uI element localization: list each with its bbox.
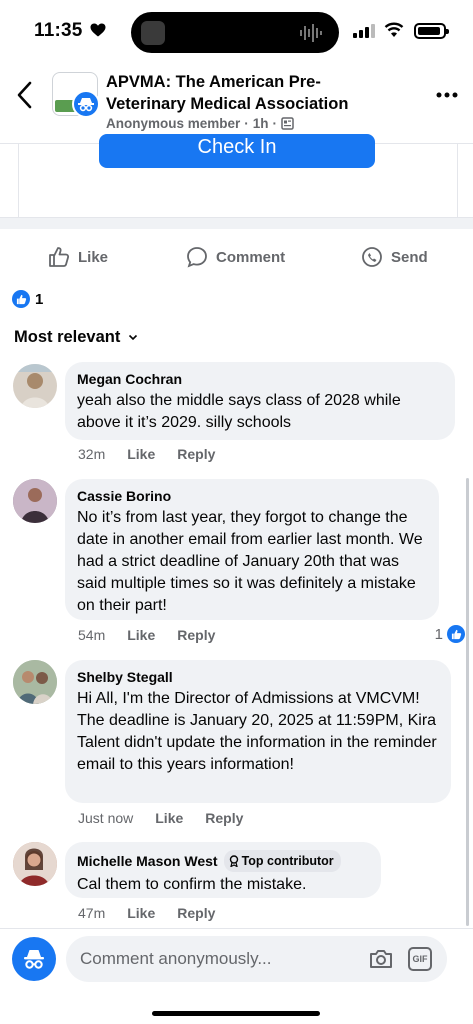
battery-icon bbox=[414, 23, 449, 39]
comment-text: No it’s from last year, they forgot to c… bbox=[77, 509, 423, 614]
comment-bubble[interactable]: Megan Cochran yeah also the middle says … bbox=[65, 362, 455, 440]
commenter-avatar[interactable] bbox=[13, 364, 57, 408]
cellular-signal-icon bbox=[353, 24, 375, 38]
reaction-count: 1 bbox=[35, 290, 44, 308]
commenter-name-row: Michelle Mason West Top contributor bbox=[77, 850, 369, 872]
wifi-icon bbox=[384, 22, 404, 37]
commenter-name[interactable]: Michelle Mason West bbox=[77, 852, 218, 870]
comment-meta: 32m Like Reply bbox=[78, 446, 215, 462]
camera-icon[interactable] bbox=[368, 947, 394, 971]
like-button[interactable]: Like bbox=[48, 246, 108, 268]
comment-reaction-count[interactable]: 1 bbox=[435, 625, 465, 643]
post-author: Anonymous member bbox=[106, 116, 241, 131]
top-contributor-badge[interactable]: Top contributor bbox=[223, 850, 341, 872]
comment-time: 32m bbox=[78, 446, 106, 462]
comment-reply-button[interactable]: Reply bbox=[177, 446, 215, 462]
comment-composer: Comment anonymously... GIF bbox=[0, 928, 473, 1024]
post-content-card: Check In bbox=[18, 134, 458, 217]
home-indicator bbox=[152, 1011, 320, 1016]
audio-waveform-icon bbox=[300, 24, 322, 42]
group-post-header: APVMA: The American Pre-Veterinary Medic… bbox=[0, 62, 473, 144]
messenger-icon bbox=[362, 247, 382, 267]
commenter-avatar[interactable] bbox=[13, 842, 57, 886]
section-divider bbox=[0, 217, 473, 229]
comment-meta: 47m Like Reply bbox=[78, 905, 215, 921]
back-arrow-icon[interactable] bbox=[14, 80, 38, 110]
sort-label: Most relevant bbox=[14, 328, 121, 346]
commenter-name[interactable]: Megan Cochran bbox=[77, 370, 443, 388]
comment-reply-button[interactable]: Reply bbox=[205, 810, 243, 826]
anonymous-avatar[interactable] bbox=[12, 937, 56, 981]
comment-text: Hi All, I'm the Director of Admissions a… bbox=[77, 690, 437, 773]
meta-separator: · bbox=[244, 116, 249, 131]
like-label: Like bbox=[78, 248, 109, 266]
comment-time: 54m bbox=[78, 627, 106, 643]
now-playing-app-icon bbox=[141, 21, 165, 45]
send-label: Send bbox=[391, 248, 428, 266]
comment-reply-button[interactable]: Reply bbox=[177, 627, 215, 643]
comment-bubble[interactable]: Cassie Borino No it’s from last year, th… bbox=[65, 479, 439, 620]
incognito-icon bbox=[24, 950, 44, 969]
send-button[interactable]: Send bbox=[361, 246, 428, 268]
award-icon bbox=[229, 855, 238, 867]
more-options-icon[interactable] bbox=[436, 92, 458, 98]
commenter-avatar[interactable] bbox=[13, 660, 57, 704]
comment-input[interactable]: Comment anonymously... GIF bbox=[66, 936, 447, 982]
dynamic-island bbox=[131, 12, 339, 53]
comment-reply-button[interactable]: Reply bbox=[177, 905, 215, 921]
thumbs-up-icon bbox=[49, 247, 70, 267]
commenter-name[interactable]: Shelby Stegall bbox=[77, 668, 439, 686]
comment-time: 47m bbox=[78, 905, 106, 921]
gif-icon[interactable]: GIF bbox=[408, 947, 432, 971]
comment-bubble-icon bbox=[187, 247, 207, 268]
comment-button[interactable]: Comment bbox=[186, 246, 285, 268]
meta-separator: · bbox=[272, 116, 278, 131]
heart-icon bbox=[90, 23, 106, 37]
commenter-name[interactable]: Cassie Borino bbox=[77, 487, 427, 505]
anonymous-badge-icon bbox=[72, 90, 100, 118]
group-audience-icon bbox=[281, 117, 294, 130]
status-bar: 11:35 bbox=[0, 0, 473, 62]
comment-meta: 54m Like Reply bbox=[78, 627, 215, 643]
comment-bubble[interactable]: Shelby Stegall Hi All, I'm the Director … bbox=[65, 660, 451, 803]
chevron-down-icon bbox=[129, 334, 138, 341]
comment-like-button[interactable]: Like bbox=[127, 446, 155, 462]
group-title[interactable]: APVMA: The American Pre-Veterinary Medic… bbox=[106, 71, 396, 115]
scrollbar[interactable] bbox=[466, 478, 469, 926]
comment-like-button[interactable]: Like bbox=[127, 905, 155, 921]
check-in-button[interactable]: Check In bbox=[99, 134, 375, 168]
sort-comments-dropdown[interactable]: Most relevant bbox=[14, 328, 138, 347]
comment-time: Just now bbox=[78, 810, 134, 826]
commenter-avatar[interactable] bbox=[13, 479, 57, 523]
comment-text: yeah also the middle says class of 2028 … bbox=[77, 392, 401, 431]
like-reaction-icon bbox=[447, 625, 465, 643]
comment-like-button[interactable]: Like bbox=[127, 627, 155, 643]
like-reaction-icon bbox=[12, 290, 30, 308]
status-time: 11:35 bbox=[34, 20, 83, 41]
post-actions-bar: Like Comment Send bbox=[0, 240, 473, 276]
reaction-summary[interactable]: 1 bbox=[12, 290, 43, 308]
badge-label: Top contributor bbox=[241, 854, 334, 868]
comment-input-placeholder: Comment anonymously... bbox=[80, 949, 272, 968]
comment-like-count: 1 bbox=[434, 625, 443, 643]
post-age: 1h bbox=[252, 116, 269, 131]
comment-label: Comment bbox=[216, 248, 286, 266]
comment-text: Cal them to confirm the mistake. bbox=[77, 876, 307, 893]
comment-like-button[interactable]: Like bbox=[155, 810, 183, 826]
comment-meta: Just now Like Reply bbox=[78, 810, 243, 826]
post-meta: Anonymous member · 1h · bbox=[106, 116, 294, 131]
comment-bubble[interactable]: Michelle Mason West Top contributor Cal … bbox=[65, 842, 381, 898]
